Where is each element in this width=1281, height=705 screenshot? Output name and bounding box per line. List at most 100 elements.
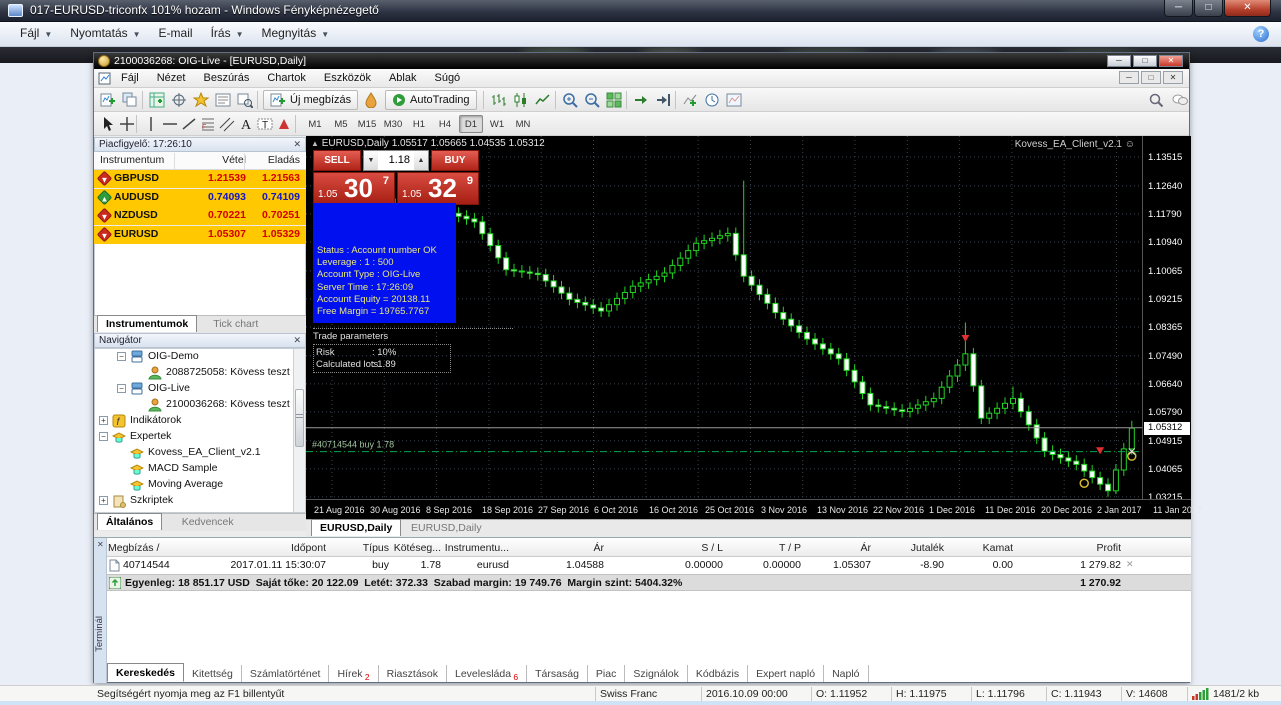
autotrading-button[interactable]: AutoTrading xyxy=(385,90,477,110)
chat-icon[interactable] xyxy=(1170,90,1190,110)
tree-item-kovess-ea-client-v2-1[interactable]: Kovess_EA_Client_v2.1 xyxy=(95,445,305,461)
market-watch-tab-instrumentumok[interactable]: Instrumentumok xyxy=(97,315,198,332)
viewer-menu-4[interactable]: Megnyitás ▼ xyxy=(252,22,338,40)
timeframe-m15[interactable]: M15 xyxy=(355,115,379,133)
terminal-column-7[interactable]: T / P xyxy=(726,542,801,554)
viewer-minimize-button[interactable]: ─ xyxy=(1164,0,1193,17)
market-watch-row-gbpusd[interactable]: ▼ GBPUSD 1.21539 1.21563 xyxy=(94,170,306,188)
vline-icon[interactable] xyxy=(141,114,161,134)
terminal-column-9[interactable]: Jutalék xyxy=(874,542,944,554)
navigator-close-icon[interactable]: ✕ xyxy=(293,335,301,346)
buy-price[interactable]: 1.05 32 9 xyxy=(397,172,479,205)
tree-item-oig-live[interactable]: − OIG-Live xyxy=(95,381,305,397)
tree-item-oig-demo[interactable]: − OIG-Demo xyxy=(95,349,305,365)
volume-value[interactable]: 1.18 xyxy=(378,151,414,170)
navigator-icon[interactable] xyxy=(191,90,211,110)
chart-window[interactable]: #40714544 buy 1.78 ▲ EURUSD,Daily 1.0551… xyxy=(306,136,1202,519)
collapse-icon[interactable]: − xyxy=(117,384,126,393)
indicators-icon[interactable] xyxy=(680,90,700,110)
terminal-tab-kitetts-g[interactable]: Kitettség xyxy=(184,665,242,682)
mt4-minimize-button[interactable]: ─ xyxy=(1107,55,1131,67)
bars-icon[interactable] xyxy=(489,90,509,110)
timeframe-h1[interactable]: H1 xyxy=(407,115,431,133)
mt4-menu-4[interactable]: Eszközök xyxy=(315,69,380,84)
collapse-icon[interactable]: − xyxy=(117,352,126,361)
text-icon[interactable]: A xyxy=(236,114,256,134)
viewer-close-button[interactable]: ✕ xyxy=(1224,0,1271,17)
crosshair-icon[interactable] xyxy=(117,114,137,134)
mt4-menu-3[interactable]: Chartok xyxy=(258,69,315,84)
timeframe-mn[interactable]: MN xyxy=(511,115,535,133)
terminal-column-8[interactable]: Ár xyxy=(803,542,872,554)
time-axis[interactable]: 21 Aug 2016 30 Aug 2016 8 Sep 2016 18 Sep 2… xyxy=(306,499,1202,519)
data-window-icon[interactable] xyxy=(169,90,189,110)
viewer-menu-0[interactable]: Fájl ▼ xyxy=(10,22,60,40)
tree-item-2100036268-k-vess-teszt[interactable]: 2100036268: Kövess teszt xyxy=(95,397,305,413)
mt4-menu-0[interactable]: Fájl xyxy=(112,69,148,84)
terminal-tab-piac[interactable]: Piac xyxy=(588,665,626,682)
terminal-tab-sz-mlat-rt-net[interactable]: Számlatörténet xyxy=(242,665,330,682)
new-chart-icon[interactable] xyxy=(98,90,118,110)
market-watch-row-audusd[interactable]: ▲ AUDUSD 0.74093 0.74109 xyxy=(94,188,306,207)
chart-tab-1[interactable]: EURUSD,Daily xyxy=(403,520,490,537)
terminal-tab-keresked-s[interactable]: Kereskedés xyxy=(107,663,184,682)
auto-scroll-icon[interactable] xyxy=(631,90,651,110)
text-label-icon[interactable]: T xyxy=(255,114,275,134)
terminal-column-10[interactable]: Kamat xyxy=(947,542,1013,554)
viewer-menu-2[interactable]: E-mail xyxy=(149,22,201,40)
price-axis[interactable]: 1.13515 1.12640 1.11790 1.10940 1.10065 1.092… xyxy=(1142,136,1191,503)
terminal-column-5[interactable]: Ár xyxy=(514,542,605,554)
line-chart-icon[interactable] xyxy=(533,90,553,110)
terminal-tab-h-rek[interactable]: Hírek 2 xyxy=(329,665,379,682)
timeframe-m1[interactable]: M1 xyxy=(303,115,327,133)
cursor-icon[interactable] xyxy=(98,114,118,134)
mt4-menu-1[interactable]: Nézet xyxy=(148,69,195,84)
market-watch-row-eurusd[interactable]: ▼ EURUSD 1.05307 1.05329 xyxy=(94,225,306,244)
timeframe-w1[interactable]: W1 xyxy=(485,115,509,133)
profiles-icon[interactable] xyxy=(120,90,140,110)
zoom-in-icon[interactable] xyxy=(560,90,580,110)
market-watch-tab-tick-chart[interactable]: Tick chart xyxy=(205,316,266,333)
new-order-button[interactable]: Új megbízás xyxy=(263,90,359,110)
arrows-icon[interactable] xyxy=(274,114,294,134)
child-minimize-button[interactable]: ─ xyxy=(1119,71,1139,84)
terminal-tab-riaszt-sok[interactable]: Riasztások xyxy=(379,665,447,682)
terminal-column-1[interactable]: Időpont xyxy=(176,542,326,554)
terminal-column-6[interactable]: S / L xyxy=(633,542,723,554)
terminal-tab-k-db-zis[interactable]: Kódbázis xyxy=(688,665,749,682)
tester-icon[interactable] xyxy=(235,90,255,110)
find-icon[interactable] xyxy=(1146,90,1166,110)
navigator-scrollbar[interactable] xyxy=(293,349,305,512)
mt4-close-button[interactable]: ✕ xyxy=(1159,55,1183,67)
terminal-tab-expert-napl-[interactable]: Expert napló xyxy=(748,665,825,682)
expand-icon[interactable]: + xyxy=(99,416,108,425)
hline-icon[interactable] xyxy=(160,114,180,134)
timeframe-m5[interactable]: M5 xyxy=(329,115,353,133)
market-watch-row-nzdusd[interactable]: ▼ NZDUSD 0.70221 0.70251 xyxy=(94,207,306,225)
periods-icon[interactable] xyxy=(702,90,722,110)
terminal-tab-levelesl-da[interactable]: Levelesláda 6 xyxy=(447,665,528,682)
fibo-icon[interactable]: F xyxy=(198,114,218,134)
templates-icon[interactable] xyxy=(724,90,744,110)
timeframe-h4[interactable]: H4 xyxy=(433,115,457,133)
viewer-maximize-button[interactable]: □ xyxy=(1194,0,1223,17)
market-watch-icon[interactable] xyxy=(147,90,167,110)
market-watch-close-icon[interactable]: ✕ xyxy=(293,139,301,150)
tile-windows-icon[interactable] xyxy=(604,90,624,110)
terminal-column-4[interactable]: Instrumentu... xyxy=(424,542,509,554)
candles-icon[interactable] xyxy=(511,90,531,110)
collapse-icon[interactable]: − xyxy=(99,432,108,441)
sell-price[interactable]: 1.05 30 7 xyxy=(313,172,395,205)
chart-shift-icon[interactable] xyxy=(653,90,673,110)
chart-tab-0[interactable]: EURUSD,Daily xyxy=(311,519,402,536)
help-icon[interactable]: ? xyxy=(1253,26,1269,42)
tree-item-2088725058-k-vess-teszt[interactable]: 2088725058: Kövess teszt xyxy=(95,365,305,381)
mt4-restore-button[interactable]: □ xyxy=(1133,55,1157,67)
timeframe-d1[interactable]: D1 xyxy=(459,115,483,133)
tree-item-szkriptek[interactable]: + Szkriptek xyxy=(95,493,305,509)
channel-icon[interactable] xyxy=(217,114,237,134)
terminal-tab-napl-[interactable]: Napló xyxy=(824,665,869,682)
tree-item-macd-sample[interactable]: MACD Sample xyxy=(95,461,305,477)
mt4-menu-2[interactable]: Beszúrás xyxy=(194,69,258,84)
buy-button[interactable]: BUY xyxy=(431,150,479,171)
